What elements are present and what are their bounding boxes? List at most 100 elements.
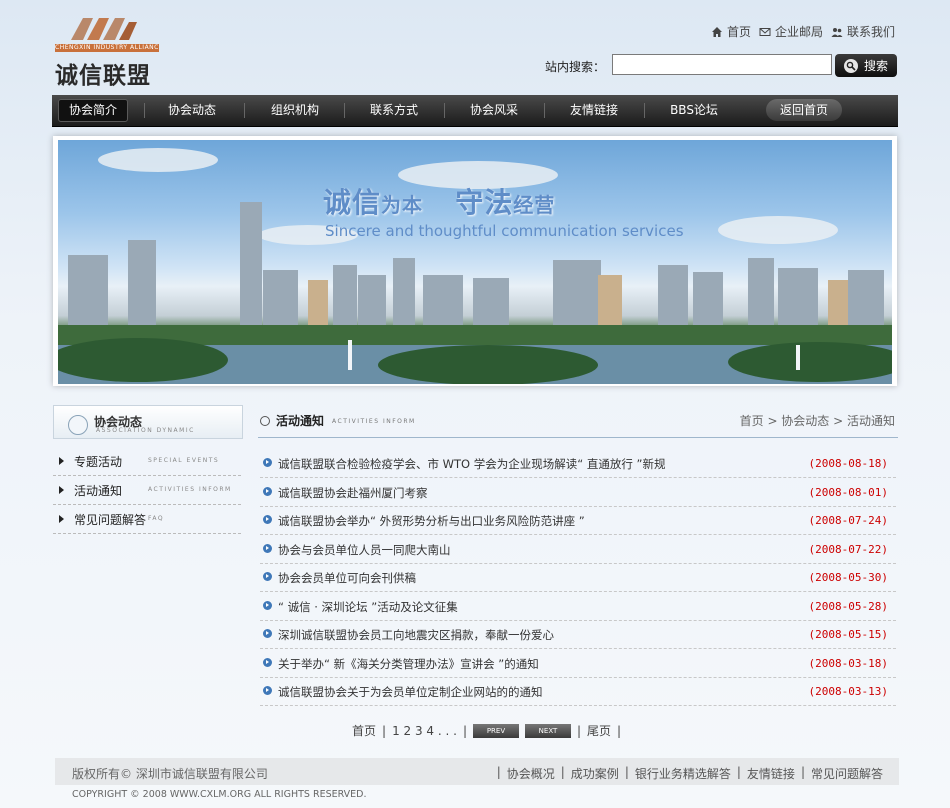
nav-item-bbs[interactable]: BBS论坛: [656, 95, 732, 126]
list-item: 诚信联盟联合检验检疫学会、市 WTO 学会为企业现场解读“ 直通放行 ”新规 (2…: [260, 449, 896, 478]
top-link-contact[interactable]: 联系我们: [831, 23, 895, 40]
pager-next-button[interactable]: NEXT: [524, 723, 571, 738]
city-skyline-image: [58, 148, 892, 384]
news-date: (2008-05-30): [808, 571, 888, 584]
list-item: 关于举办“ 新《海关分类管理办法》宣讲会 ”的通知 (2008-03-18): [260, 649, 896, 678]
top-link-mail-label: 企业邮局: [774, 25, 823, 39]
slogan-part: 为本: [381, 193, 424, 217]
arrow-circle-icon: [263, 515, 272, 524]
main-header: 活动通知 ACTIVITIES INFORM 首页 > 协会动态 > 活动通知: [258, 405, 898, 438]
footer-link-faq[interactable]: 常见问题解答: [811, 765, 883, 782]
nav-divider: [144, 103, 145, 118]
news-title-link[interactable]: 协会与会员单位人员一同爬大南山: [278, 542, 451, 558]
sidebar-item-faq[interactable]: 常见问题解答 FAQ: [53, 505, 241, 534]
news-title-link[interactable]: 诚信联盟协会关于为会员单位定制企业网站的的通知: [278, 684, 543, 700]
footer-separator: |: [624, 765, 629, 779]
sidebar-item-label: 专题活动: [74, 455, 123, 469]
pager-prev-button[interactable]: PREV: [472, 723, 519, 738]
news-date: (2008-07-24): [808, 514, 888, 527]
slogan-part: 经营: [513, 193, 556, 217]
news-title-link[interactable]: 深圳诚信联盟协会员工向地震灾区捐款，奉献一份爱心: [278, 627, 554, 643]
news-title-link[interactable]: 诚信联盟协会赴福州厦门考察: [278, 485, 428, 501]
footer: 版权所有© 深圳市诚信联盟有限公司 | 协会概况 | 成功案例 | 银行业务精选…: [55, 758, 899, 785]
footer-link-banking[interactable]: 银行业务精选解答: [635, 765, 731, 782]
news-date: (2008-05-15): [808, 628, 888, 641]
nav-item-links[interactable]: 友情链接: [556, 95, 632, 126]
list-item: 诚信联盟协会举办“ 外贸形势分析与出口业务风险防范讲座 ” (2008-07-24…: [260, 506, 896, 535]
nav-item-home[interactable]: 返回首页: [766, 99, 842, 121]
main-nav: 协会简介 协会动态 组织机构 联系方式 协会风采 友情链接 BBS论坛 返回首页: [52, 95, 898, 127]
footer-link-overview[interactable]: 协会概况: [507, 765, 555, 782]
banner-image: [58, 140, 892, 384]
footer-links: | 协会概况 | 成功案例 | 银行业务精选解答 | 友情链接 | 常见问题解答: [497, 765, 883, 782]
nav-item-organization[interactable]: 组织机构: [257, 95, 333, 126]
logo-mark-icon: [71, 18, 137, 40]
search-icon: [843, 58, 858, 73]
logo-subtitle: CHENGXIN INDUSTRY ALLIANCE CO.,LTD: [55, 44, 159, 52]
pager-last[interactable]: 尾页: [587, 722, 611, 739]
banner-slogan-en: Sincere and thoughtful communication ser…: [325, 222, 684, 240]
search-input[interactable]: [612, 54, 832, 75]
nav-item-gallery[interactable]: 协会风采: [456, 95, 532, 126]
sidebar-item-special-events[interactable]: 专题活动 SPECIAL EVENTS: [53, 447, 241, 476]
arrow-right-icon: [59, 486, 64, 494]
nav-item-about[interactable]: 协会简介: [58, 99, 128, 122]
pager-first[interactable]: 首页: [352, 722, 376, 739]
search-button[interactable]: 搜索: [835, 54, 897, 77]
mail-icon: [759, 27, 771, 36]
news-title-link[interactable]: 诚信联盟联合检验检疫学会、市 WTO 学会为企业现场解读“ 直通放行 ”新规: [278, 456, 665, 472]
arrow-circle-icon: [263, 686, 272, 695]
slogan-part: 诚信: [323, 186, 382, 219]
home-icon: [711, 26, 722, 37]
page-title: 活动通知: [276, 414, 325, 428]
footer-copyright: 版权所有© 深圳市诚信联盟有限公司: [72, 767, 268, 781]
pager-separator: |: [576, 723, 582, 738]
nav-divider: [244, 103, 245, 118]
footer-separator: |: [800, 765, 805, 779]
news-title-link[interactable]: 诚信联盟协会举办“ 外贸形势分析与出口业务风险防范讲座 ”: [278, 513, 585, 529]
arrow-circle-icon: [263, 487, 272, 496]
arrow-circle-icon: [263, 658, 272, 667]
top-link-home-label: 首页: [726, 25, 751, 39]
page-title-en: ACTIVITIES INFORM: [332, 418, 416, 425]
list-item: 诚信联盟协会关于为会员单位定制企业网站的的通知 (2008-03-13): [260, 677, 896, 706]
footer-copyright-en: COPYRIGHT © 2008 WWW.CXLM.ORG ALL RIGHTS…: [72, 789, 367, 800]
list-item: 诚信联盟协会赴福州厦门考察 (2008-08-01): [260, 478, 896, 507]
banner: 诚信为本 守法经营 Sincere and thoughtful communi…: [53, 136, 897, 386]
nav-item-contact[interactable]: 联系方式: [356, 95, 432, 126]
nav-divider: [444, 103, 445, 118]
list-item: 协会会员单位可向会刊供稿 (2008-05-30): [260, 563, 896, 592]
pager-separator: |: [617, 723, 622, 738]
news-title-link[interactable]: 关于举办“ 新《海关分类管理办法》宣讲会 ”的通知: [278, 656, 539, 672]
news-date: (2008-05-28): [808, 600, 888, 613]
nav-divider: [544, 103, 545, 118]
news-title-link[interactable]: “ 诚信 · 深圳论坛 ”活动及论文征集: [278, 599, 458, 615]
top-link-mail[interactable]: 企业邮局: [759, 23, 823, 40]
arrow-right-icon: [59, 515, 64, 523]
pagination: 首页 | 1 2 3 4 . . . | PREV NEXT | 尾页 |: [352, 722, 621, 739]
arrow-circle-icon: [263, 458, 272, 467]
nav-divider: [344, 103, 345, 118]
nav-item-news[interactable]: 协会动态: [154, 95, 230, 126]
arrow-circle-icon: [263, 601, 272, 610]
slogan-part: 守法: [455, 186, 514, 219]
sidebar-item-activities-inform[interactable]: 活动通知 ACTIVITIES INFORM: [53, 476, 241, 505]
footer-separator: |: [496, 765, 501, 779]
sidebar-item-label: 常见问题解答: [74, 513, 147, 527]
news-title-link[interactable]: 协会会员单位可向会刊供稿: [278, 570, 416, 586]
top-link-home[interactable]: 首页: [711, 23, 751, 40]
breadcrumb[interactable]: 首页 > 协会动态 > 活动通知: [740, 412, 895, 429]
sidebar-header-icon: [68, 415, 88, 435]
arrow-circle-icon: [263, 629, 272, 638]
footer-link-cases[interactable]: 成功案例: [571, 765, 619, 782]
list-item: 深圳诚信联盟协会员工向地震灾区捐款，奉献一份爱心 (2008-05-15): [260, 620, 896, 649]
footer-link-friends[interactable]: 友情链接: [747, 765, 795, 782]
search-label: 站内搜索：: [545, 60, 606, 74]
sidebar-item-label-en: ACTIVITIES INFORM: [148, 486, 232, 493]
pager-pages[interactable]: 1 2 3 4 . . .: [392, 724, 457, 738]
news-date: (2008-03-13): [808, 685, 888, 698]
logo[interactable]: CHENGXIN INDUSTRY ALLIANCE CO.,LTD 诚信联盟: [55, 14, 165, 89]
top-links: 首页 企业邮局 联系我们: [711, 23, 895, 40]
news-date: (2008-07-22): [808, 543, 888, 556]
sidebar-item-label-en: FAQ: [148, 515, 165, 522]
